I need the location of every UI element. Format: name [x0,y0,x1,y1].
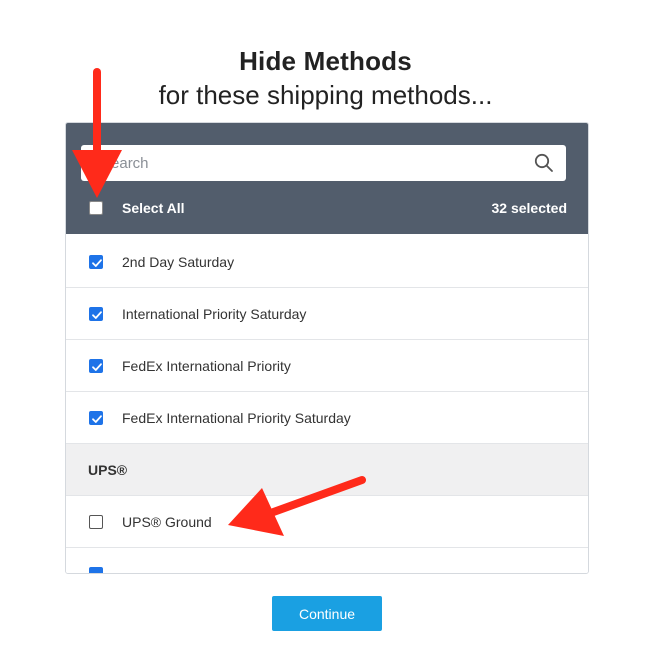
list-item[interactable]: UPS® Ground [66,496,588,548]
search-icon[interactable] [534,153,554,173]
list-item-label: FedEx International Priority [122,358,291,374]
list-item-label: FedEx International Priority Saturday [122,410,351,426]
continue-button[interactable]: Continue [272,596,382,631]
page-subtitle: for these shipping methods... [158,80,493,110]
checkbox-checked[interactable] [89,255,103,269]
shipping-method-list: 2nd Day Saturday International Priority … [66,236,588,573]
list-item-label: UPS® Ground [122,514,212,530]
selected-count: 32 selected [491,200,568,216]
list-item-label: International Priority Saturday [122,306,307,322]
checkbox-checked[interactable] [89,359,103,373]
checkbox-checked[interactable] [89,411,103,425]
group-header-ups: UPS® [66,444,588,496]
checkbox-checked[interactable] [89,307,103,321]
page-title: Hide Methods [239,46,412,76]
select-all-checkbox[interactable] [89,201,103,215]
list-item[interactable]: FedEx International Priority [66,340,588,392]
select-all-row[interactable]: Select All 32 selected [66,197,588,221]
checkbox-checked[interactable] [89,567,103,573]
select-all-label: Select All [122,200,185,216]
list-item[interactable]: International Priority Saturday [66,288,588,340]
list-item[interactable]: 2nd Day Saturday [66,236,588,288]
checkbox-unchecked[interactable] [89,515,103,529]
list-item[interactable]: FedEx International Priority Saturday [66,392,588,444]
search-input[interactable] [81,145,521,181]
list-item-partial[interactable] [66,548,588,573]
list-item-label: 2nd Day Saturday [122,254,235,270]
search-box [81,145,566,181]
panel-header: Select All 32 selected [66,123,588,234]
group-label: UPS® [88,462,128,478]
shipping-methods-panel: Select All 32 selected 2nd Day Saturday … [65,122,589,574]
